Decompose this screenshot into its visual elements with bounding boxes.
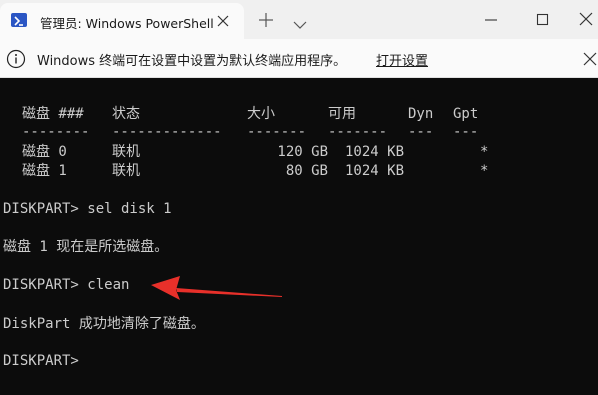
maximize-icon[interactable] (536, 12, 550, 26)
disk-row-status: 联机 (112, 163, 140, 179)
disk-row-free: 1024 KB (345, 163, 405, 179)
disk-row-status: 联机 (112, 144, 140, 160)
col-header-free: 可用 (328, 106, 356, 122)
prompt-line: DISKPART> (3, 353, 79, 369)
col-header-status: 状态 (112, 106, 140, 122)
col-sep-dyn: --- (408, 124, 434, 140)
command-line: DISKPART> clean (3, 277, 130, 293)
notification-message: Windows 终端可在设置中设置为默认终端应用程序。 (37, 54, 347, 69)
chevron-down-icon[interactable] (293, 15, 307, 29)
col-sep-gpt: --- (453, 124, 479, 140)
powershell-icon (11, 13, 27, 27)
minimize-icon[interactable] (484, 12, 498, 26)
col-header-disk: 磁盘 ### (22, 106, 84, 122)
open-settings-link[interactable]: 打开设置 (376, 50, 428, 69)
col-sep-size: ------- (247, 124, 307, 140)
col-sep-status: ------------- (112, 124, 222, 140)
disk-row-name: 磁盘 0 (22, 144, 67, 160)
col-header-size: 大小 (247, 106, 275, 122)
title-bar: 管理员: Windows PowerShell (0, 0, 598, 39)
close-window-icon[interactable] (578, 11, 594, 27)
disk-row-free: 1024 KB (345, 144, 405, 160)
close-tab-icon[interactable] (216, 13, 230, 27)
command-line: DISKPART> sel disk 1 (3, 201, 172, 217)
disk-row-gpt: * (480, 144, 489, 160)
disk-row-name: 磁盘 1 (22, 163, 67, 179)
notification-bar: Windows 终端可在设置中设置为默认终端应用程序。 打开设置 (0, 39, 598, 78)
disk-row-gpt: * (480, 163, 489, 179)
output-line: DiskPart 成功地清除了磁盘。 (3, 316, 205, 332)
tab-title: 管理员: Windows PowerShell (40, 16, 214, 31)
terminal-output[interactable]: 磁盘 ### 状态 大小 可用 Dyn Gpt -------- -------… (0, 78, 598, 395)
new-tab-plus-icon[interactable] (258, 12, 274, 28)
disk-row-size: 120 GB (277, 144, 328, 160)
info-icon (6, 49, 26, 69)
disk-row-size: 80 GB (285, 163, 328, 179)
dismiss-notification-icon[interactable] (583, 51, 597, 66)
col-header-gpt: Gpt (453, 106, 479, 122)
col-sep-disk: -------- (22, 124, 90, 140)
col-sep-free: ------- (328, 124, 388, 140)
col-header-dyn: Dyn (408, 106, 434, 122)
tab-powershell[interactable]: 管理员: Windows PowerShell (0, 3, 244, 39)
output-line: 磁盘 1 现在是所选磁盘。 (3, 239, 169, 255)
